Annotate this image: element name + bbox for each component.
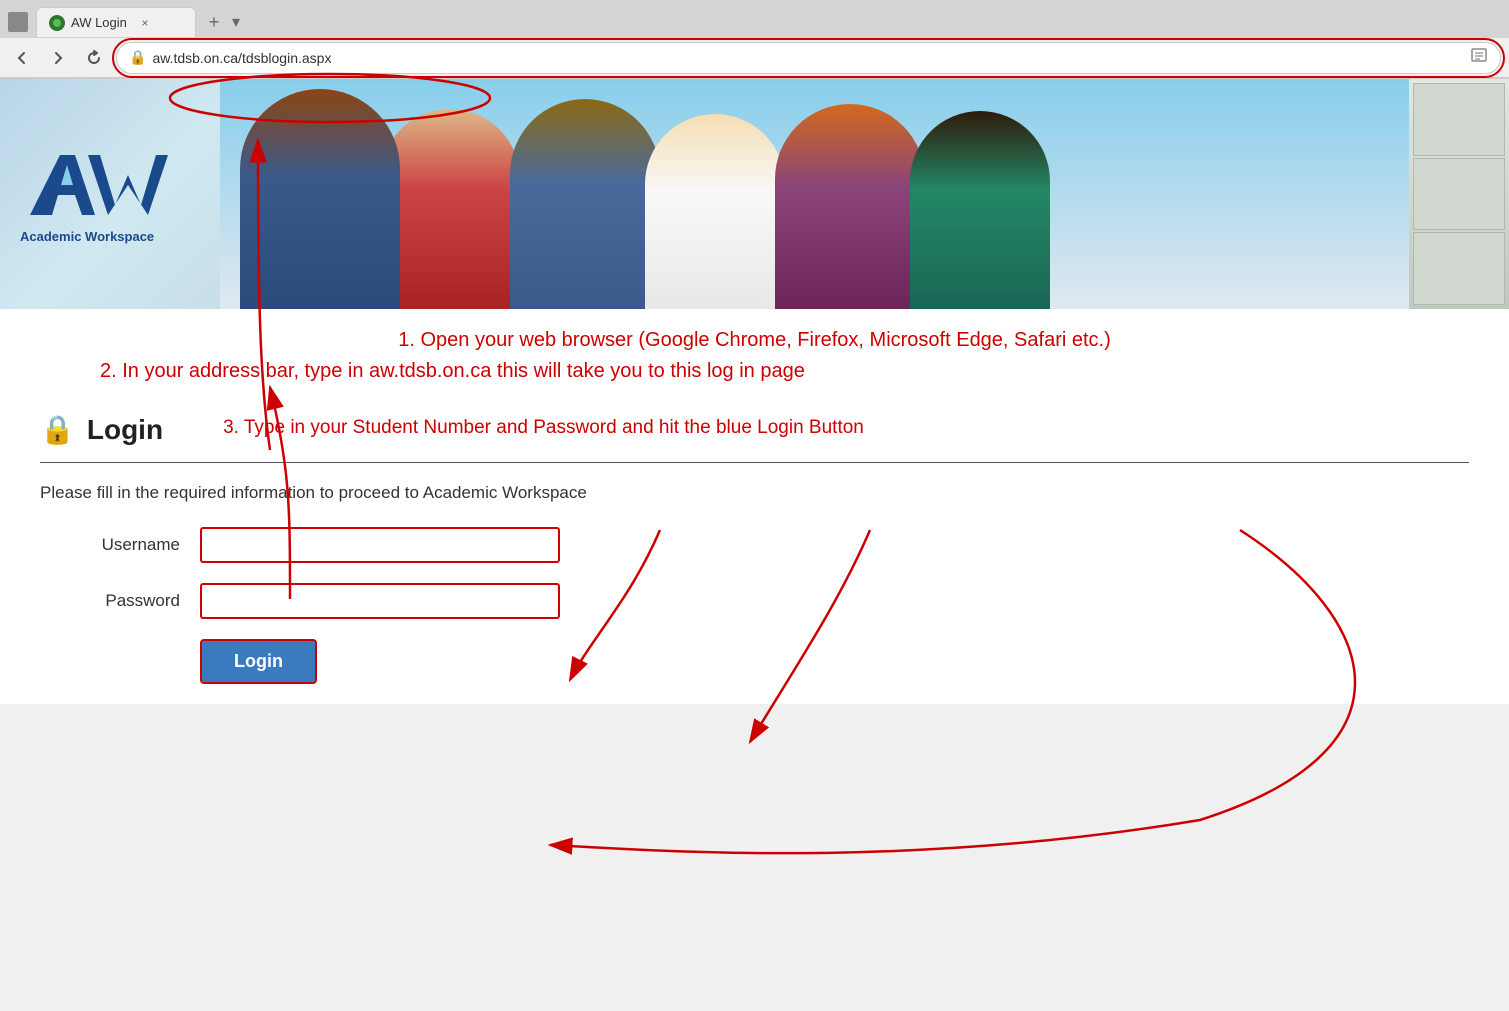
active-tab[interactable]: AW Login ×: [36, 7, 196, 37]
lock-icon: 🔒: [129, 49, 146, 66]
address-bar[interactable]: 🔒 aw.tdsb.on.ca/tdsblogin.aspx: [116, 42, 1501, 74]
aw-logo-svg: [20, 145, 220, 225]
window-icon: [8, 12, 28, 32]
username-row: Username: [40, 527, 1469, 563]
forward-button[interactable]: [44, 44, 72, 72]
reader-icon: [1470, 46, 1488, 69]
lock-login-icon: 🔒: [40, 413, 75, 446]
reload-button[interactable]: [80, 44, 108, 72]
instruction-1-text: 1. Open your web browser (Google Chrome,…: [40, 329, 1469, 352]
browser-chrome: AW Login × + ▾ 🔒 aw.tdsb.on.ca/tdsblogin…: [0, 0, 1509, 79]
login-divider: [40, 462, 1469, 463]
nav-bar: 🔒 aw.tdsb.on.ca/tdsblogin.aspx: [0, 38, 1509, 78]
password-row: Password: [40, 583, 1469, 619]
login-description: Please fill in the required information …: [40, 483, 1469, 503]
new-tab-button[interactable]: +: [200, 8, 228, 36]
login-header: 🔒 Login: [40, 413, 163, 446]
instruction-2-text: 2. In your address bar, type in aw.tdsb.…: [100, 360, 1469, 383]
address-text: aw.tdsb.on.ca/tdsblogin.aspx: [152, 50, 1464, 66]
tab-bar: AW Login × + ▾: [0, 0, 1509, 38]
page-wrapper: AW Login × + ▾ 🔒 aw.tdsb.on.ca/tdsblogin…: [0, 0, 1509, 704]
tab-favicon: [49, 15, 65, 31]
username-label: Username: [40, 535, 180, 555]
password-input[interactable]: [200, 583, 560, 619]
logo-subtitle: Academic Workspace: [20, 229, 154, 244]
login-button[interactable]: Login: [200, 639, 317, 684]
instruction-3-text: 3. Type in your Student Number and Passw…: [223, 417, 864, 438]
tab-close-button[interactable]: ×: [137, 15, 153, 31]
page-content: Academic Workspace: [0, 79, 1509, 704]
login-section: 🔒 Login 3. Type in your Student Number a…: [0, 393, 1509, 704]
hero-photo: [220, 79, 1509, 309]
login-title: Login: [87, 414, 163, 446]
login-btn-row: Login: [200, 639, 1469, 684]
hero-section: Academic Workspace: [0, 79, 1509, 309]
instructions-section: 1. Open your web browser (Google Chrome,…: [0, 309, 1509, 393]
password-label: Password: [40, 591, 180, 611]
back-button[interactable]: [8, 44, 36, 72]
main-content: 1. Open your web browser (Google Chrome,…: [0, 309, 1509, 704]
tab-title: AW Login: [71, 15, 127, 30]
tab-list-button[interactable]: ▾: [232, 12, 240, 32]
username-input[interactable]: [200, 527, 560, 563]
